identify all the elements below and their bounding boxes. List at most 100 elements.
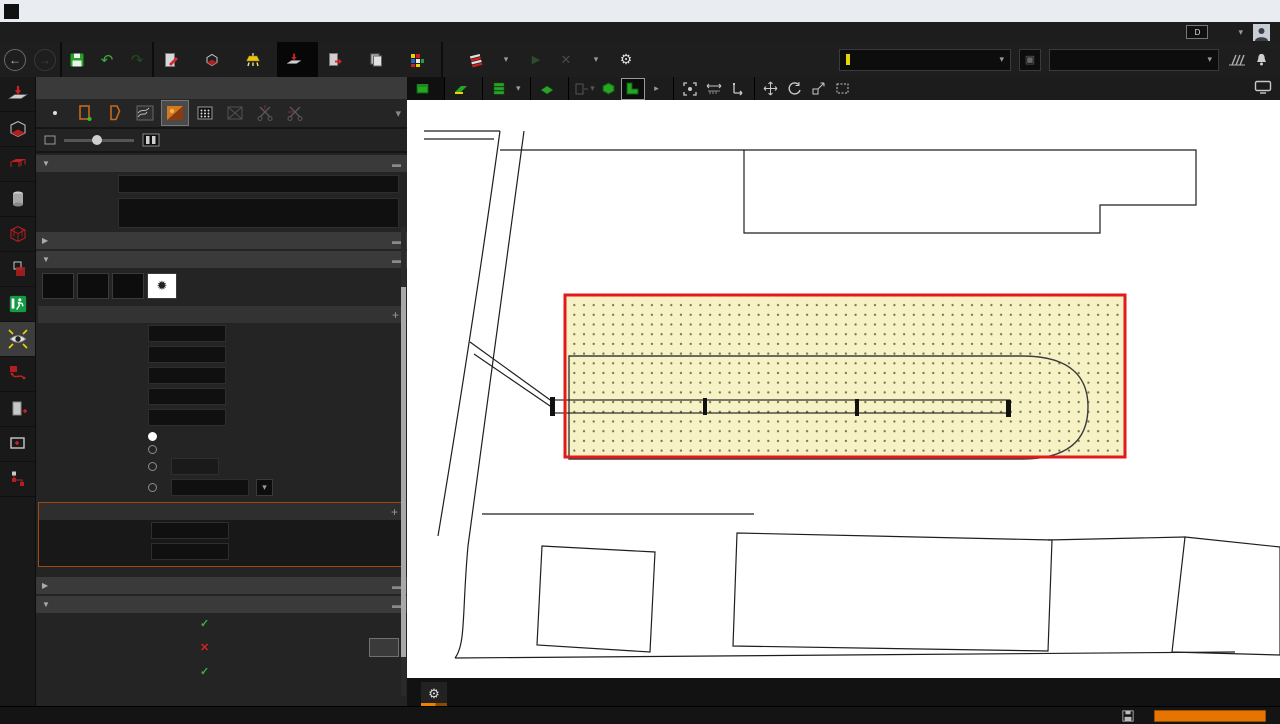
rail-calculation-surface-tool[interactable] — [0, 77, 35, 112]
save-button[interactable] — [65, 48, 89, 72]
tab-rg[interactable] — [42, 273, 74, 299]
measure-button[interactable] — [703, 79, 725, 99]
section-properties[interactable]: ▼▬ — [36, 155, 407, 172]
surface-view-icon[interactable] — [1227, 53, 1247, 67]
rail-circuit-tool[interactable] — [0, 462, 35, 497]
rect-select-button[interactable] — [832, 79, 854, 99]
start-calculation-button[interactable] — [464, 48, 488, 72]
defined-surface-select[interactable] — [171, 479, 249, 496]
pin-icon[interactable]: ▬ — [392, 600, 401, 610]
defined-surface-caret[interactable]: ▾ — [256, 479, 273, 496]
ks-height-offset-input[interactable] — [151, 522, 229, 539]
zoom-fit-button[interactable] — [679, 79, 701, 99]
scene-preview-icon[interactable] — [142, 133, 160, 147]
move-tool-button[interactable] — [760, 79, 782, 99]
tab-parking-area[interactable] — [445, 77, 483, 100]
undo-button[interactable]: ↶ — [95, 48, 119, 72]
view-room-button[interactable] — [598, 79, 620, 99]
tab-building[interactable]: ▾ — [483, 77, 531, 100]
close-button[interactable] — [1238, 0, 1280, 22]
option-simplified[interactable] — [36, 430, 407, 443]
viewing-angle-from-input[interactable] — [148, 388, 226, 405]
rail-column-tool[interactable] — [0, 182, 35, 217]
minimize-button[interactable] — [1154, 0, 1196, 22]
status-action-button[interactable] — [1154, 710, 1266, 722]
drawing-viewport[interactable] — [424, 116, 1280, 678]
pin-icon[interactable]: ▬ — [392, 236, 401, 246]
rail-dimming-curve-tool[interactable] — [0, 357, 35, 392]
light-scene-select[interactable]: ▾ — [839, 49, 1011, 71]
tab-storey[interactable] — [531, 77, 569, 100]
description-input[interactable] — [118, 198, 399, 228]
point-tool[interactable] — [42, 101, 68, 125]
display-mode-button[interactable] — [1254, 80, 1272, 97]
mode-calculation-objects-button[interactable] — [277, 42, 318, 77]
mode-export-button[interactable] — [318, 42, 359, 77]
pin-icon[interactable]: ▬ — [392, 159, 401, 169]
cancel-calculation-button[interactable]: ✕ — [554, 48, 578, 72]
rail-wall-surface-tool[interactable] — [0, 252, 35, 287]
step-width-input[interactable] — [148, 367, 226, 384]
rail-furniture-tool[interactable] — [0, 147, 35, 182]
tab-site[interactable] — [407, 77, 445, 100]
maximize-button[interactable] — [1196, 0, 1238, 22]
height-offset-input[interactable] — [148, 325, 226, 342]
tab-ruf[interactable] — [112, 273, 144, 299]
rail-obtrusive-light-tool[interactable] — [0, 322, 35, 357]
false-colors-display-button[interactable] — [162, 101, 188, 125]
inclination-input[interactable] — [148, 346, 226, 363]
option-fixed-value[interactable] — [36, 456, 407, 477]
building-caret-icon[interactable]: ▾ — [516, 83, 521, 94]
cut-line-vertical-tool[interactable] — [282, 101, 308, 125]
fixed-value-input[interactable] — [171, 458, 219, 475]
tab-ks[interactable] — [77, 273, 109, 299]
rectangle-surface-tool[interactable] — [72, 101, 98, 125]
rail-door-tool[interactable] — [0, 392, 35, 427]
section-calculation-parameters[interactable]: ▼▬ — [36, 251, 407, 268]
glare-index-header[interactable]: + — [39, 503, 404, 520]
scrollbar-thumb[interactable] — [401, 287, 406, 657]
ks-ambient-luminance-input[interactable] — [151, 543, 229, 560]
notifications-bell-icon[interactable] — [1255, 52, 1268, 67]
mode-construction-button[interactable] — [195, 42, 236, 77]
previous-view-button[interactable]: ▾ — [574, 79, 596, 99]
scene-settings-button[interactable]: ▣ — [1019, 49, 1041, 71]
polygon-surface-tool[interactable] — [102, 101, 128, 125]
use-all-button[interactable] — [369, 638, 399, 657]
view-plan-button[interactable] — [622, 79, 644, 99]
glare-rating-header[interactable]: + — [38, 306, 405, 323]
cancel-options-caret[interactable]: ▾ — [584, 48, 608, 72]
mode-light-button[interactable] — [236, 42, 277, 77]
section-positioning[interactable]: ▶▬ — [36, 232, 407, 249]
avatar[interactable] — [1253, 24, 1270, 41]
mode-brands-button[interactable] — [400, 42, 441, 77]
settings-button[interactable]: ⚙ — [614, 48, 638, 72]
add-icon[interactable]: + — [392, 308, 399, 322]
mode-documentation-button[interactable] — [359, 42, 400, 77]
login-caret-icon[interactable]: ▾ — [1238, 27, 1243, 38]
isolines-display-button[interactable] — [132, 101, 158, 125]
redo-button[interactable]: ↷ — [125, 48, 149, 72]
back-button[interactable]: ← — [4, 49, 26, 71]
resume-calculation-button[interactable]: ▶ — [524, 48, 548, 72]
pin-icon[interactable]: ▬ — [392, 255, 401, 265]
view-expand-caret[interactable]: ▸ — [646, 79, 668, 99]
pin-icon[interactable]: ▬ — [392, 581, 401, 591]
rail-window-tool[interactable] — [0, 427, 35, 462]
view-select[interactable]: ▾ — [1049, 49, 1219, 71]
calculation-options-caret[interactable]: ▾ — [494, 48, 518, 72]
obtrusive-calculation-surface[interactable] — [550, 295, 1125, 459]
section-checklist[interactable]: ▼▬ — [36, 596, 407, 613]
value-grid-display-button[interactable] — [192, 101, 218, 125]
mode-project-button[interactable] — [154, 42, 195, 77]
no-display-button[interactable] — [222, 101, 248, 125]
rotate-tool-button[interactable] — [784, 79, 806, 99]
coordinates-button[interactable] — [727, 79, 749, 99]
legend-settings-button[interactable]: ⚙ — [421, 682, 447, 705]
cut-line-tool[interactable] — [252, 101, 278, 125]
rail-calculation-zone-tool[interactable] — [0, 217, 35, 252]
name-input[interactable] — [118, 175, 399, 193]
rail-room-surface-tool[interactable] — [0, 112, 35, 147]
option-defined-surface[interactable]: ▾ — [36, 477, 407, 498]
viewing-angle-to-input[interactable] — [148, 409, 226, 426]
